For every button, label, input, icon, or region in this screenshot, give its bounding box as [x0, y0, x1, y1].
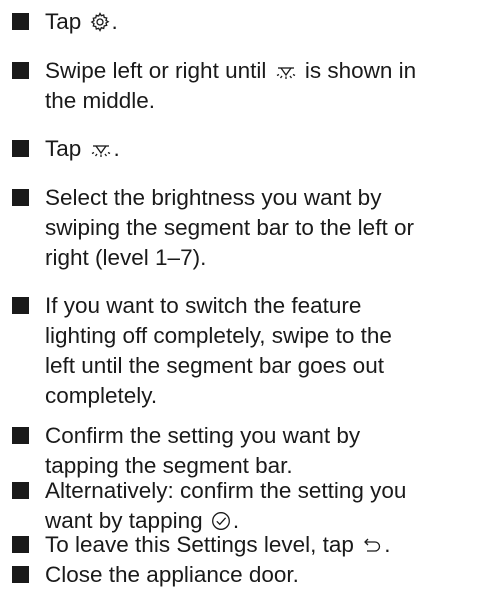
bullet: [12, 13, 29, 30]
feature-lighting-icon: [275, 65, 297, 81]
step-text-after: .: [111, 9, 118, 34]
bullet: [12, 427, 29, 444]
step-4: Select the brightness you want by swipin…: [12, 183, 414, 273]
back-arrow-icon: [362, 537, 382, 555]
bullet: [12, 566, 29, 583]
instruction-list: Tap . Swipe left or right until is shown…: [0, 0, 484, 595]
feature-lighting-icon: [90, 143, 112, 159]
step-text: Close the appliance door.: [45, 562, 299, 587]
bullet: [12, 62, 29, 79]
step-text: To leave this Settings level, tap: [45, 532, 361, 557]
bullet: [12, 536, 29, 553]
step-text-after: .: [113, 136, 120, 161]
check-circle-icon: [211, 511, 231, 531]
bullet: [12, 297, 29, 314]
step-text: If you want to switch the feature lighti…: [45, 293, 392, 408]
step-7: Alternatively: confirm the setting you w…: [12, 476, 406, 536]
step-text: Tap: [45, 9, 88, 34]
bullet: [12, 482, 29, 499]
step-8: To leave this Settings level, tap .: [12, 530, 390, 560]
step-text: Swipe left or right until: [45, 58, 273, 83]
step-5: If you want to switch the feature lighti…: [12, 291, 392, 411]
step-3: Tap .: [12, 134, 120, 164]
step-2: Swipe left or right until is shown in th…: [12, 56, 416, 116]
step-6: Confirm the setting you want by tapping …: [12, 421, 360, 481]
step-text: Select the brightness you want by swipin…: [45, 185, 414, 270]
step-9: Close the appliance door.: [12, 560, 299, 590]
step-text-after: .: [384, 532, 391, 557]
step-1: Tap .: [12, 7, 118, 37]
gear-icon: [90, 12, 110, 32]
step-text: Confirm the setting you want by tapping …: [45, 423, 361, 478]
step-text: Tap: [45, 136, 88, 161]
bullet: [12, 140, 29, 157]
bullet: [12, 189, 29, 206]
